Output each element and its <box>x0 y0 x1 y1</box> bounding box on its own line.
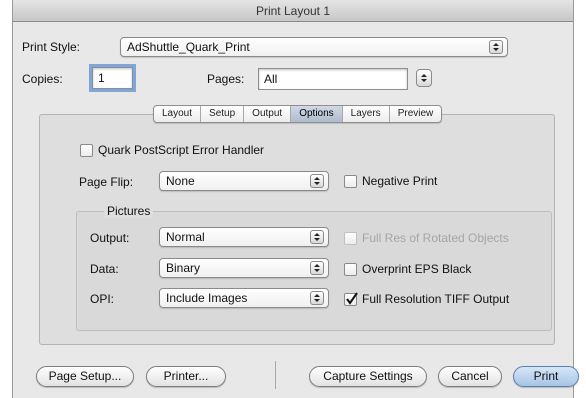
tab-layers[interactable]: Layers <box>343 106 390 122</box>
data-value: Binary <box>166 261 201 275</box>
tab-layout[interactable]: Layout <box>154 106 202 122</box>
opi-label: OPI: <box>90 292 115 306</box>
tab-output[interactable]: Output <box>244 106 292 122</box>
output-value: Normal <box>166 230 205 244</box>
overprint-eps-black-checkbox[interactable]: Overprint EPS Black <box>344 262 471 276</box>
opi-popup[interactable]: Include Images <box>159 288 329 308</box>
button-divider <box>275 361 276 389</box>
checkbox-box <box>344 262 357 276</box>
full-res-rotated-checkbox: Full Res of Rotated Objects <box>344 231 509 245</box>
capture-settings-button[interactable]: Capture Settings <box>309 366 427 387</box>
popup-arrows-icon <box>310 230 324 244</box>
page-flip-popup[interactable]: None <box>159 171 329 191</box>
pages-popup-button[interactable] <box>416 69 432 87</box>
page-setup-button[interactable]: Page Setup... <box>36 366 134 387</box>
checkbox-box <box>344 231 357 245</box>
checkmark-icon <box>346 291 358 305</box>
print-style-value: AdShuttle_Quark_Print <box>127 40 250 54</box>
page-flip-value: None <box>166 174 195 188</box>
negative-print-label: Negative Print <box>362 174 438 188</box>
print-style-label: Print Style: <box>22 40 81 54</box>
tab-options[interactable]: Options <box>291 106 343 122</box>
page-flip-label: Page Flip: <box>79 175 134 189</box>
checkbox-box <box>80 143 93 157</box>
overprint-eps-black-label: Overprint EPS Black <box>362 262 472 276</box>
cancel-button[interactable]: Cancel <box>438 366 502 387</box>
negative-print-checkbox[interactable]: Negative Print <box>344 174 437 188</box>
popup-arrows-icon <box>310 261 324 275</box>
postscript-error-handler-label: Quark PostScript Error Handler <box>98 143 265 157</box>
window-title: Print Layout 1 <box>13 0 573 22</box>
data-popup[interactable]: Binary <box>159 258 329 278</box>
opi-value: Include Images <box>166 291 248 305</box>
print-button[interactable]: Print <box>513 366 579 387</box>
full-res-tiff-label: Full Resolution TIFF Output <box>362 292 510 306</box>
postscript-error-handler-checkbox[interactable]: Quark PostScript Error Handler <box>80 143 264 157</box>
tab-setup[interactable]: Setup <box>201 106 245 122</box>
checkbox-box <box>344 291 358 306</box>
copies-field[interactable]: 1 <box>92 67 133 89</box>
pictures-group-title: Pictures <box>104 204 154 218</box>
checkbox-box <box>344 174 357 188</box>
tab-preview[interactable]: Preview <box>390 106 442 122</box>
tab-bar: Layout Setup Output Options Layers Previ… <box>153 105 443 123</box>
printer-button[interactable]: Printer... <box>146 366 226 387</box>
full-res-tiff-checkbox[interactable]: Full Resolution TIFF Output <box>344 291 510 306</box>
data-label: Data: <box>90 262 119 276</box>
popup-arrows-icon <box>489 40 503 54</box>
print-layout-dialog: Print Layout 1 Print Style: AdShuttle_Qu… <box>12 0 579 398</box>
output-label: Output: <box>90 231 130 245</box>
popup-arrows-icon <box>310 291 324 305</box>
pages-field[interactable]: All <box>258 68 408 90</box>
output-popup[interactable]: Normal <box>159 227 329 247</box>
full-res-rotated-label: Full Res of Rotated Objects <box>362 231 509 245</box>
copies-label: Copies: <box>22 72 63 86</box>
popup-arrows-icon <box>310 174 324 188</box>
pages-label: Pages: <box>207 72 245 86</box>
popup-arrows-icon <box>421 74 427 82</box>
print-style-popup[interactable]: AdShuttle_Quark_Print <box>120 37 508 57</box>
